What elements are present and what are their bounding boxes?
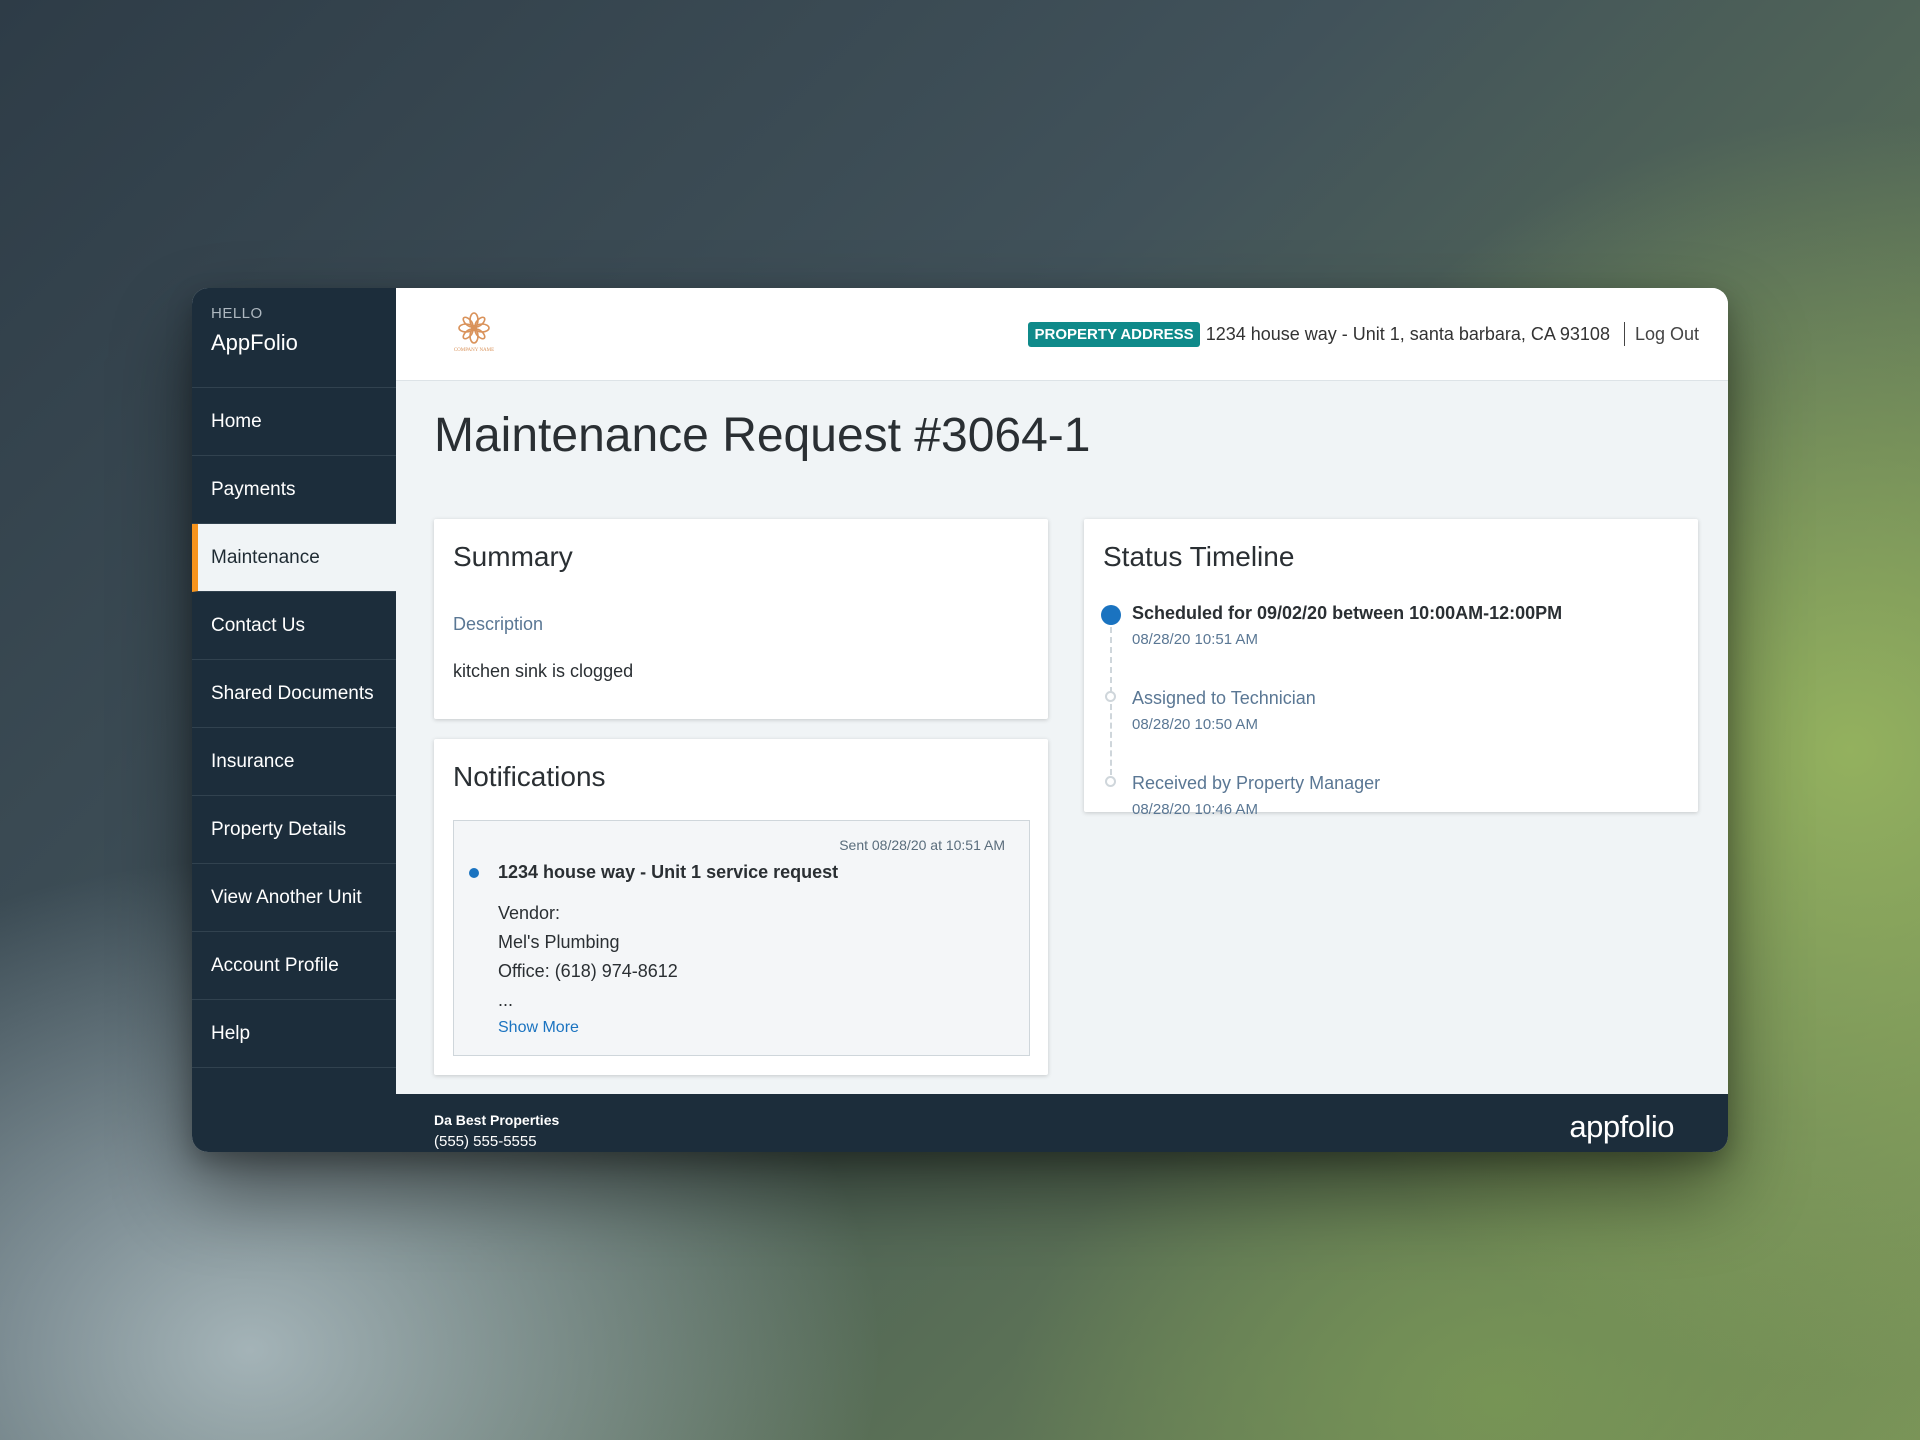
notification-subject: 1234 house way - Unit 1 service request xyxy=(498,862,838,883)
company-logo[interactable]: COMPANY NAME xyxy=(444,308,504,358)
property-address-badge: PROPERTY ADDRESS xyxy=(1028,322,1199,347)
page-title: Maintenance Request #3064-1 xyxy=(434,408,1090,463)
notification-body: Vendor: Mel's Plumbing Office: (618) 974… xyxy=(498,899,678,1015)
past-status-dot-icon xyxy=(1105,776,1116,787)
sidebar-item-account-profile[interactable]: Account Profile xyxy=(192,932,396,1000)
log-out-link[interactable]: Log Out xyxy=(1635,324,1699,345)
description-text: kitchen sink is clogged xyxy=(453,661,633,682)
timeline-entry-time: 08/28/20 10:50 AM xyxy=(1132,716,1316,733)
current-status-dot-icon xyxy=(1101,605,1121,625)
footer: Da Best Properties (555) 555-5555 appfol… xyxy=(396,1094,1728,1152)
timeline-entry-time: 08/28/20 10:51 AM xyxy=(1132,631,1562,648)
timeline-title: Status Timeline xyxy=(1103,541,1294,573)
notification-line: Office: (618) 974-8612 xyxy=(498,957,678,986)
app-window: HELLO AppFolio Home Payments Maintenance… xyxy=(192,288,1728,1152)
notification-line: ... xyxy=(498,986,678,1015)
user-name: AppFolio xyxy=(211,330,396,356)
appfolio-logo: appfolio xyxy=(1569,1109,1674,1145)
summary-title: Summary xyxy=(453,541,573,573)
sidebar-item-shared-documents[interactable]: Shared Documents xyxy=(192,660,396,728)
sidebar-item-maintenance[interactable]: Maintenance xyxy=(192,524,396,592)
sidebar-item-property-details[interactable]: Property Details xyxy=(192,796,396,864)
divider xyxy=(1624,322,1625,346)
status-timeline-card: Status Timeline Scheduled for 09/02/20 b… xyxy=(1084,519,1698,812)
timeline-connector xyxy=(1110,704,1112,775)
past-status-dot-icon xyxy=(1105,691,1116,702)
footer-company-name: Da Best Properties xyxy=(434,1112,559,1128)
sidebar-item-payments[interactable]: Payments xyxy=(192,456,396,524)
timeline-entry: Scheduled for 09/02/20 between 10:00AM-1… xyxy=(1132,603,1562,648)
logo-text: COMPANY NAME xyxy=(454,348,494,353)
unread-dot-icon xyxy=(469,868,479,878)
notification-line: Mel's Plumbing xyxy=(498,928,678,957)
notification-line: Vendor: xyxy=(498,899,678,928)
sidebar: HELLO AppFolio Home Payments Maintenance… xyxy=(192,288,396,1152)
sidebar-item-insurance[interactable]: Insurance xyxy=(192,728,396,796)
sidebar-item-home[interactable]: Home xyxy=(192,388,396,456)
timeline-entry-time: 08/28/20 10:46 AM xyxy=(1132,801,1380,818)
company-flower-logo-icon: COMPANY NAME xyxy=(444,308,504,358)
notification-item: Sent 08/28/20 at 10:51 AM 1234 house way… xyxy=(453,820,1030,1056)
sidebar-item-contact-us[interactable]: Contact Us xyxy=(192,592,396,660)
notification-sent-time: Sent 08/28/20 at 10:51 AM xyxy=(839,837,1005,853)
timeline-entry-title: Assigned to Technician xyxy=(1132,688,1316,709)
sidebar-item-help[interactable]: Help xyxy=(192,1000,396,1068)
timeline-entry: Received by Property Manager 08/28/20 10… xyxy=(1132,773,1380,818)
hello-label: HELLO xyxy=(211,305,396,322)
property-address: 1234 house way - Unit 1, santa barbara, … xyxy=(1206,324,1610,345)
greeting-block: HELLO AppFolio xyxy=(192,288,396,388)
timeline-entry-title: Received by Property Manager xyxy=(1132,773,1380,794)
notifications-card: Notifications Sent 08/28/20 at 10:51 AM … xyxy=(434,739,1048,1075)
sidebar-item-view-another-unit[interactable]: View Another Unit xyxy=(192,864,396,932)
timeline-entry: Assigned to Technician 08/28/20 10:50 AM xyxy=(1132,688,1316,733)
timeline-entry-title: Scheduled for 09/02/20 between 10:00AM-1… xyxy=(1132,603,1562,624)
notifications-title: Notifications xyxy=(453,761,606,793)
description-label: Description xyxy=(453,614,543,635)
show-more-link[interactable]: Show More xyxy=(498,1019,579,1037)
summary-card: Summary Description kitchen sink is clog… xyxy=(434,519,1048,719)
top-header: COMPANY NAME PROPERTY ADDRESS 1234 house… xyxy=(396,288,1728,381)
header-right: PROPERTY ADDRESS 1234 house way - Unit 1… xyxy=(1028,288,1699,380)
timeline-connector xyxy=(1110,627,1112,693)
footer-phone: (555) 555-5555 xyxy=(434,1133,537,1150)
